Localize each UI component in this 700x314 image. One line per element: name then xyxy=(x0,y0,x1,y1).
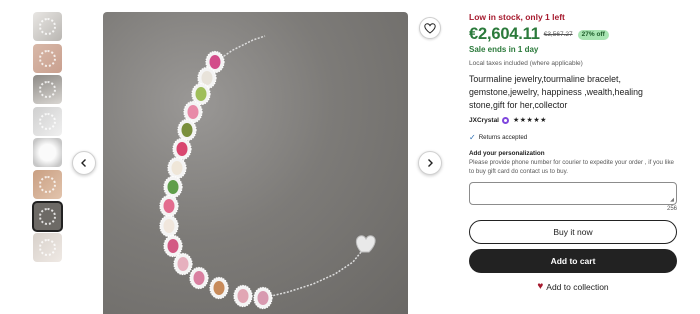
personalization-input[interactable]: ◢ xyxy=(469,182,677,205)
bracelet-gem xyxy=(159,214,179,238)
original-price: €3,567.27 xyxy=(543,31,573,38)
buy-box: Low in stock, only 1 left €2,604.11 €3,5… xyxy=(469,12,677,292)
thumbnail-7-selected[interactable] xyxy=(32,200,63,232)
bracelet-gem xyxy=(189,266,209,290)
chevron-left-icon xyxy=(81,159,86,167)
sale-ends-text: Sale ends in 1 day xyxy=(469,45,539,54)
thumbnail-strip xyxy=(32,12,63,265)
bracelet-gem xyxy=(159,194,179,218)
check-icon: ✓ xyxy=(469,133,476,142)
returns-text: Returns accepted xyxy=(478,134,528,141)
buy-it-now-button[interactable]: Buy it now xyxy=(469,220,677,244)
add-to-cart-button[interactable]: Add to cart xyxy=(469,249,677,273)
discount-badge: 27% off xyxy=(577,29,609,40)
taxes-note: Local taxes included (where applicable) xyxy=(469,60,583,67)
rating-stars[interactable]: ★★★★★ xyxy=(513,116,547,124)
resize-grip-icon[interactable]: ◢ xyxy=(670,197,674,203)
personalization-help: Please provide phone number for courier … xyxy=(469,159,674,175)
returns-policy: ✓ Returns accepted xyxy=(469,133,677,142)
add-to-collection-button[interactable]: ♥ Add to collection xyxy=(469,281,677,292)
thumbnail-jewelry-graphic xyxy=(39,81,56,99)
bracelet-gem xyxy=(163,175,183,199)
heart-outline-icon xyxy=(424,22,436,34)
thumbnail-5[interactable] xyxy=(33,138,62,168)
bracelet-chain xyxy=(262,251,362,299)
add-to-collection-label: Add to collection xyxy=(546,281,609,292)
current-price: €2,604.11 xyxy=(469,25,540,43)
personalization-label: Add your personalization xyxy=(469,150,545,157)
previous-image-button[interactable] xyxy=(72,151,96,175)
stock-notice: Low in stock, only 1 left xyxy=(469,12,565,22)
thumbnail-jewelry-graphic xyxy=(39,239,56,257)
thumbnail-2[interactable] xyxy=(33,43,62,73)
bracelet-gem xyxy=(253,286,273,310)
star-seller-badge-icon xyxy=(502,116,509,124)
bracelet-gem xyxy=(177,118,197,142)
bracelet-gem xyxy=(172,137,192,161)
thumbnail-3[interactable] xyxy=(33,75,62,105)
next-image-button[interactable] xyxy=(418,151,442,175)
thumbnail-jewelry-graphic xyxy=(39,175,56,193)
chevron-right-icon xyxy=(428,159,433,167)
thumbnail-6[interactable] xyxy=(33,169,62,199)
main-product-image xyxy=(103,12,408,314)
heart-charm xyxy=(355,235,376,253)
thumbnail-8[interactable] xyxy=(33,233,62,263)
bracelet-gem xyxy=(167,156,187,180)
thumbnail-4[interactable] xyxy=(33,106,62,136)
bracelet-gem xyxy=(233,284,253,308)
bracelet-gem xyxy=(173,252,193,276)
thumbnail-jewelry-graphic xyxy=(39,207,56,225)
bracelet-gem xyxy=(191,82,211,106)
character-counter: 256 xyxy=(666,206,677,212)
thumbnail-jewelry-graphic xyxy=(39,49,56,67)
bracelet-illustration xyxy=(159,35,376,310)
shop-row: JXCrystal ★★★★★ xyxy=(469,116,677,124)
heart-filled-icon: ♥ xyxy=(537,281,544,292)
thumbnail-1[interactable] xyxy=(33,12,62,41)
price-row: €2,604.11 €3,567.27 27% off xyxy=(469,25,677,44)
bracelet-gem xyxy=(209,276,229,300)
bracelet-gem xyxy=(163,234,183,258)
thumbnail-jewelry-graphic xyxy=(39,112,56,130)
favorite-button[interactable] xyxy=(419,17,441,39)
shop-name-link[interactable]: JXCrystal xyxy=(469,117,499,124)
listing-title: Tourmaline jewelry,tourmaline bracelet, … xyxy=(469,74,643,110)
thumbnail-jewelry-graphic xyxy=(39,18,56,35)
